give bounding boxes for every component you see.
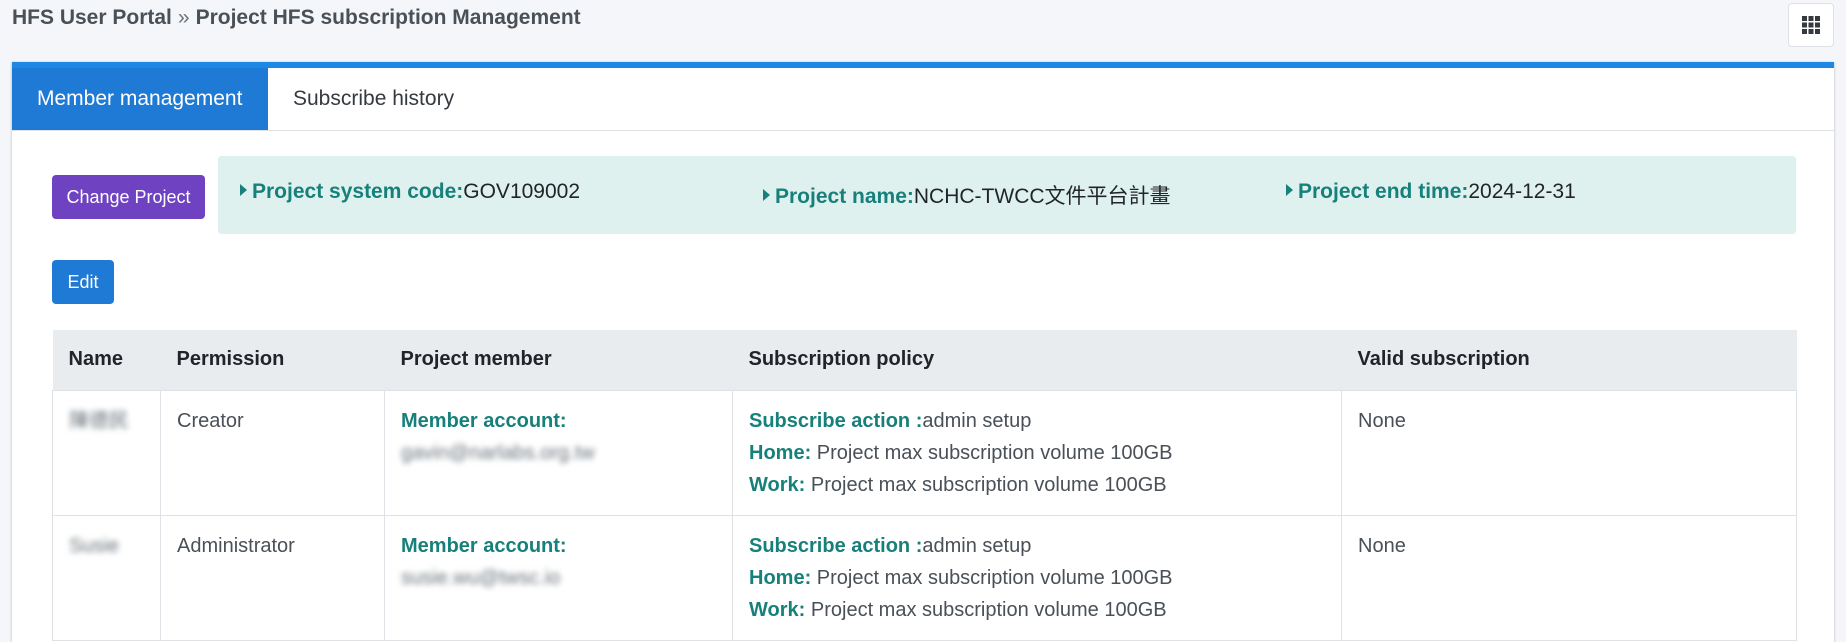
subscribe-action-label: Subscribe action :: [749, 409, 923, 432]
column-header-permission[interactable]: Permission: [161, 330, 385, 390]
project-name-value: NCHC-TWCC文件平台計畫: [913, 185, 1171, 208]
subscribe-action-value: admin setup: [922, 534, 1032, 557]
column-header-subscription-policy[interactable]: Subscription policy: [733, 330, 1342, 390]
member-account-label: Member account:: [401, 409, 567, 432]
home-label: Home:: [749, 441, 812, 464]
subscribe-action-line: Subscribe action :admin setup: [749, 405, 1325, 437]
column-header-valid-subscription[interactable]: Valid subscription: [1342, 330, 1797, 390]
cell-valid-subscription: None: [1341, 389, 1797, 516]
breadcrumb-current: Project HFS subscription Management: [195, 6, 581, 29]
work-policy-line: Work: Project max subscription volume 10…: [749, 594, 1325, 626]
column-header-name[interactable]: Name: [53, 330, 161, 390]
top-bar: HFS User Portal» Project HFS subscription…: [0, 0, 1846, 56]
member-table: Name Permission Project member Subscript…: [52, 330, 1797, 641]
home-value: Project max subscription volume 100GB: [816, 566, 1173, 589]
tab-member-management[interactable]: Member management: [12, 68, 268, 130]
column-header-project-member[interactable]: Project member: [385, 330, 733, 390]
project-end-time-value: 2024-12-31: [1468, 180, 1576, 203]
table-header-row: Name Permission Project member Subscript…: [52, 330, 1797, 390]
cell-permission: Administrator: [160, 514, 385, 641]
tab-subscribe-history[interactable]: Subscribe history: [268, 68, 479, 130]
cell-valid-subscription: None: [1341, 514, 1797, 641]
table-row[interactable]: Susie Administrator Member account: susi…: [52, 514, 1797, 641]
project-end-time-label: Project end time:: [1298, 180, 1469, 203]
project-system-code-label: Project system code:: [252, 180, 464, 203]
caret-right-icon: [240, 184, 247, 196]
cell-subscription-policy: Subscribe action :admin setup Home: Proj…: [732, 514, 1342, 641]
change-project-button[interactable]: Change Project: [52, 175, 205, 219]
project-system-code-value: GOV109002: [463, 180, 581, 203]
member-name: Susie: [69, 534, 120, 557]
cell-subscription-policy: Subscribe action :admin setup Home: Proj…: [732, 389, 1342, 516]
grid-icon: [1802, 16, 1820, 34]
project-name-label: Project name:: [775, 185, 914, 208]
cell-name: 陳德民: [52, 389, 161, 516]
home-label: Home:: [749, 566, 812, 589]
work-value: Project max subscription volume 100GB: [810, 473, 1167, 496]
member-table-wrapper: Name Permission Project member Subscript…: [52, 330, 1797, 641]
work-policy-line: Work: Project max subscription volume 10…: [749, 469, 1325, 501]
member-name: 陳德民: [69, 409, 129, 432]
project-system-code: Project system code:GOV109002: [240, 180, 580, 204]
breadcrumb-separator: »: [177, 6, 190, 29]
tab-bar: Member management Subscribe history: [12, 68, 1834, 131]
subscribe-action-label: Subscribe action :: [749, 534, 923, 557]
cell-name: Susie: [52, 514, 161, 641]
work-value: Project max subscription volume 100GB: [810, 598, 1167, 621]
breadcrumb-root[interactable]: HFS User Portal: [12, 6, 172, 29]
member-account-value: gavin@narlabs.org.tw: [401, 441, 595, 464]
caret-right-icon: [1286, 184, 1293, 196]
work-label: Work:: [749, 473, 806, 496]
cell-project-member: Member account: susie.wu@twsc.io: [384, 514, 733, 641]
cell-project-member: Member account: gavin@narlabs.org.tw: [384, 389, 733, 516]
cell-permission: Creator: [160, 389, 385, 516]
caret-right-icon: [763, 189, 770, 201]
subscribe-action-value: admin setup: [922, 409, 1032, 432]
work-label: Work:: [749, 598, 806, 621]
main-card: Member management Subscribe history Chan…: [12, 62, 1834, 642]
edit-button[interactable]: Edit: [52, 260, 114, 304]
project-end-time: Project end time:2024-12-31: [1286, 180, 1576, 204]
table-row[interactable]: 陳德民 Creator Member account: gavin@narlab…: [52, 389, 1797, 516]
apps-menu-button[interactable]: [1788, 3, 1834, 47]
subscribe-action-line: Subscribe action :admin setup: [749, 530, 1325, 562]
project-name: Project name:NCHC-TWCC文件平台計畫: [763, 180, 1171, 210]
home-policy-line: Home: Project max subscription volume 10…: [749, 562, 1325, 594]
member-account-value: susie.wu@twsc.io: [401, 566, 561, 589]
home-policy-line: Home: Project max subscription volume 10…: [749, 437, 1325, 469]
project-info-bar: Project system code:GOV109002 Project na…: [218, 156, 1796, 234]
member-account-label: Member account:: [401, 534, 567, 557]
home-value: Project max subscription volume 100GB: [816, 441, 1173, 464]
breadcrumb: HFS User Portal» Project HFS subscription…: [12, 6, 581, 30]
